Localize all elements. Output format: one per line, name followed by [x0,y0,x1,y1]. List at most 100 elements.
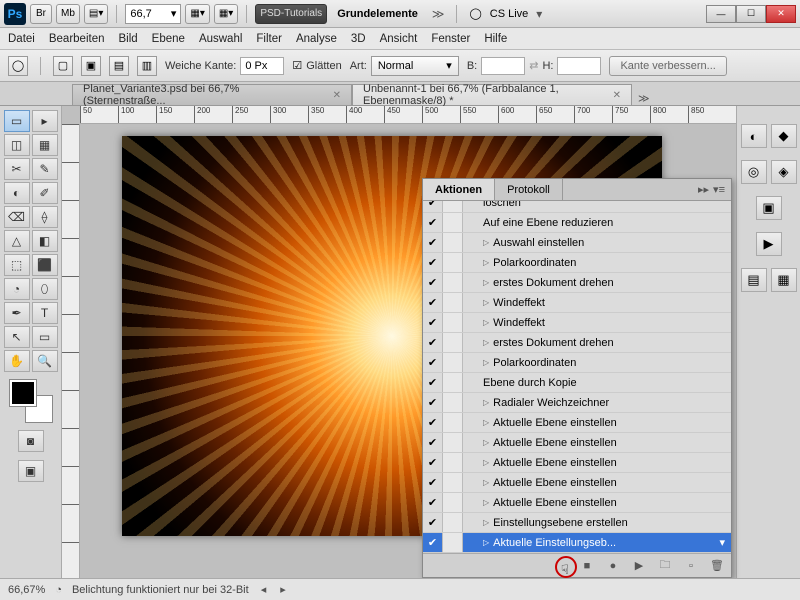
status-zoom[interactable]: 66,67% [8,584,45,596]
menu-ansicht[interactable]: Ansicht [380,33,418,45]
expand-icon[interactable]: ▷ [483,278,489,287]
tool-button[interactable]: ⬛ [32,254,58,276]
menu-bild[interactable]: Bild [118,33,137,45]
action-toggle-checkbox[interactable]: ✔ [423,513,443,532]
tool-button[interactable]: ✎ [32,158,58,180]
action-row[interactable]: ✔▷erstes Dokument drehen [423,333,731,353]
document-tab[interactable]: Unbenannt-1 bei 66,7% (Farbbalance 1, Eb… [352,84,632,105]
cslive-icon[interactable]: ◯ [465,7,485,20]
new-action-button[interactable]: ▫ [683,558,699,574]
action-toggle-checkbox[interactable]: ✔ [423,333,443,352]
menu-bearbeiten[interactable]: Bearbeiten [49,33,105,45]
tool-button[interactable]: ◔ [4,278,30,300]
close-button[interactable]: ✕ [766,5,796,23]
action-toggle-checkbox[interactable]: ✔ [423,493,443,512]
tool-button[interactable]: ✒ [4,302,30,324]
action-dialog-toggle[interactable] [443,273,463,292]
action-toggle-checkbox[interactable]: ✔ [423,413,443,432]
zoom-level-input[interactable]: 66,7▾ [125,4,181,24]
foreground-color-swatch[interactable] [10,380,36,406]
workspace-label[interactable]: Grundelemente [331,8,424,20]
selection-intersect-icon[interactable]: ▥ [137,56,157,76]
action-row[interactable]: ✔Auf eine Ebene reduzieren [423,213,731,233]
char-panel-icon[interactable]: ▤ [741,268,767,292]
menu-analyse[interactable]: Analyse [296,33,337,45]
style-select[interactable]: Normal▾ [371,56,459,76]
tool-button[interactable]: ✐ [32,182,58,204]
status-info-icon[interactable]: ◔ [55,584,62,596]
action-row[interactable]: ✔▷Windeffekt [423,313,731,333]
action-dialog-toggle[interactable] [443,393,463,412]
close-tab-icon[interactable]: ✕ [333,90,341,101]
action-toggle-checkbox[interactable]: ✔ [423,393,443,412]
action-toggle-checkbox[interactable]: ✔ [423,293,443,312]
expand-icon[interactable]: ▷ [483,498,489,507]
selection-new-icon[interactable]: ▢ [53,56,73,76]
action-dialog-toggle[interactable] [443,513,463,532]
menu-ebene[interactable]: Ebene [152,33,185,45]
action-toggle-checkbox[interactable]: ✔ [423,201,443,212]
cslive-label[interactable]: CS Live [490,8,529,20]
action-row[interactable]: ✔▷Aktuelle Ebene einstellen [423,433,731,453]
action-row[interactable]: ✔löschen [423,201,731,213]
action-row[interactable]: ✔Ebene durch Kopie [423,373,731,393]
action-toggle-checkbox[interactable]: ✔ [423,233,443,252]
quickmask-button[interactable]: ◙ [18,430,44,452]
tabs-overflow-icon[interactable]: ≫ [632,92,656,105]
antialias-checkbox[interactable]: ☑ [292,59,302,72]
tool-button[interactable]: ◧ [32,230,58,252]
status-prev-icon[interactable]: ◂ [259,583,269,596]
action-dialog-toggle[interactable] [443,253,463,272]
action-dialog-toggle[interactable] [443,233,463,252]
feather-input[interactable]: 0 Px [240,57,284,75]
color-swatches[interactable] [10,380,52,422]
tool-button[interactable]: ▭ [4,110,30,132]
tool-button[interactable]: ↖ [4,326,30,348]
action-toggle-checkbox[interactable]: ✔ [423,313,443,332]
action-row[interactable]: ✔▷Aktuelle Ebene einstellen [423,473,731,493]
action-toggle-checkbox[interactable]: ✔ [423,373,443,392]
swatches-panel-icon[interactable]: ◆ [771,124,797,148]
action-row[interactable]: ✔▷Polarkoordinaten [423,353,731,373]
panel-collapse-icon[interactable]: ▸▸ [698,183,709,196]
panel-menu-icon[interactable]: ▾≡ [713,183,725,196]
action-dialog-toggle[interactable] [443,413,463,432]
expand-icon[interactable]: ▷ [483,318,489,327]
action-toggle-checkbox[interactable]: ✔ [423,533,443,552]
action-dialog-toggle[interactable] [443,201,463,212]
play-button[interactable]: ▶ [631,558,647,574]
tool-button[interactable]: ◫ [4,134,30,156]
action-toggle-checkbox[interactable]: ✔ [423,253,443,272]
menu-filter[interactable]: Filter [256,33,282,45]
tab-protokoll[interactable]: Protokoll [495,179,563,200]
screen-mode-button[interactable]: ▤▾ [84,4,108,24]
tool-button[interactable]: ⬚ [4,254,30,276]
expand-icon[interactable]: ▷ [483,418,489,427]
tool-button[interactable]: ▦ [32,134,58,156]
screenmode-button[interactable]: ▣ [18,460,44,482]
expand-icon[interactable]: ▷ [483,438,489,447]
tool-button[interactable]: ⟠ [32,206,58,228]
document-tab[interactable]: Planet_Variante3.psd bei 66,7% (Sternens… [72,84,352,105]
action-row[interactable]: ✔▷Aktuelle Ebene einstellen [423,413,731,433]
selection-subtract-icon[interactable]: ▤ [109,56,129,76]
adjustments-panel-icon[interactable]: ◎ [741,160,767,184]
action-dialog-toggle[interactable] [443,213,463,232]
action-row[interactable]: ✔▷Windeffekt [423,293,731,313]
action-dialog-toggle[interactable] [443,333,463,352]
tool-button[interactable]: ⬯ [32,278,58,300]
tool-button[interactable]: T [32,302,58,324]
action-dialog-toggle[interactable] [443,473,463,492]
record-button[interactable]: ● [605,558,621,574]
tool-button[interactable]: ◐ [4,182,30,204]
bridge-button[interactable]: Br [30,4,52,24]
action-row[interactable]: ✔▷erstes Dokument drehen [423,273,731,293]
action-toggle-checkbox[interactable]: ✔ [423,213,443,232]
action-row[interactable]: ✔▷Polarkoordinaten [423,253,731,273]
styles-panel-icon[interactable]: ◈ [771,160,797,184]
tool-button[interactable]: ⌫ [4,206,30,228]
workspace-more-icon[interactable]: ≫ [428,7,449,21]
action-row[interactable]: ✔▷Auswahl einstellen [423,233,731,253]
tool-button[interactable]: 🔍 [32,350,58,372]
action-dialog-toggle[interactable] [443,293,463,312]
